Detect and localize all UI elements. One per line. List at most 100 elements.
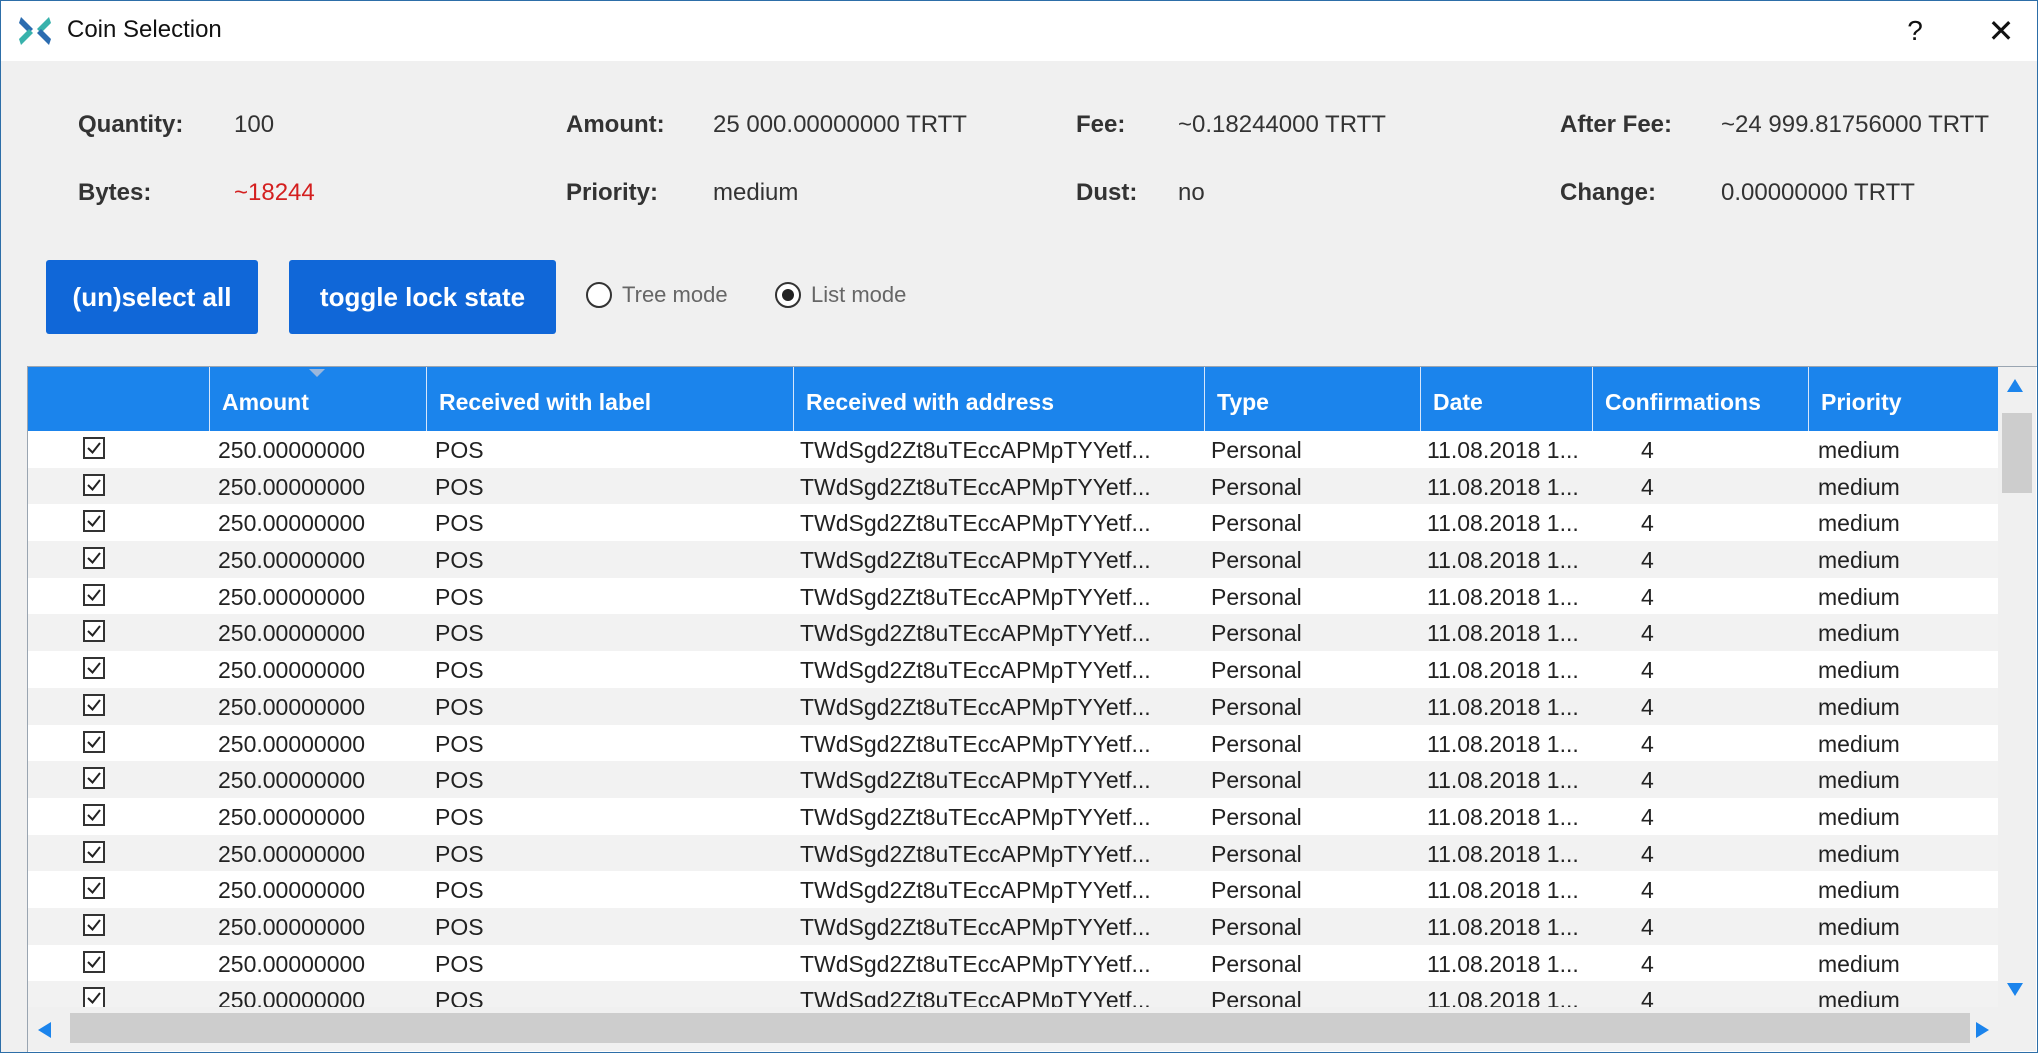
- list-mode-radio[interactable]: List mode: [775, 281, 906, 315]
- row-checkbox[interactable]: [83, 987, 105, 1010]
- cell-amount: 250.00000000: [218, 913, 366, 940]
- cell-address: TWdSgd2Zt8uTEccAPMpTYYetf...: [800, 657, 1151, 684]
- row-checkbox[interactable]: [83, 840, 105, 863]
- row-checkbox[interactable]: [83, 730, 105, 753]
- row-checkbox[interactable]: [83, 767, 105, 790]
- cell-date: 11.08.2018 1...: [1427, 510, 1579, 537]
- row-checkbox[interactable]: [83, 510, 105, 533]
- header-checkbox-column[interactable]: [28, 367, 210, 431]
- horizontal-scroll-thumb[interactable]: [70, 1013, 1970, 1043]
- unselect-all-button[interactable]: (un)select all: [46, 260, 258, 334]
- tree-mode-radio[interactable]: Tree mode: [586, 281, 728, 315]
- cell-address: TWdSgd2Zt8uTEccAPMpTYYetf...: [800, 950, 1151, 977]
- cell-date: 11.08.2018 1...: [1427, 473, 1579, 500]
- row-checkbox[interactable]: [83, 583, 105, 606]
- table-row[interactable]: 250.00000000 POS TWdSgd2Zt8uTEccAPMpTYYetf…: [28, 724, 1998, 762]
- table-header: Amount Received with label Received with…: [28, 367, 1998, 431]
- row-checkbox[interactable]: [83, 877, 105, 900]
- window-title: Coin Selection: [67, 16, 222, 43]
- cell-label: POS: [435, 913, 484, 940]
- cell-date: 11.08.2018 1...: [1427, 620, 1579, 647]
- priority-label: Priority:: [566, 179, 659, 206]
- tree-mode-radio-circle[interactable]: [586, 282, 612, 309]
- cell-label: POS: [435, 730, 484, 757]
- header-received-label[interactable]: Received with label: [427, 367, 794, 431]
- cell-priority: medium: [1818, 693, 1900, 720]
- row-checkbox[interactable]: [83, 693, 105, 716]
- table-row[interactable]: 250.00000000 POS TWdSgd2Zt8uTEccAPMpTYYetf…: [28, 871, 1998, 908]
- toggle-lock-state-button[interactable]: toggle lock state: [289, 260, 556, 334]
- cell-date: 11.08.2018 1...: [1427, 840, 1579, 867]
- header-received-address[interactable]: Received with address: [794, 367, 1205, 431]
- row-checkbox[interactable]: [83, 620, 105, 643]
- cell-address: TWdSgd2Zt8uTEccAPMpTYYetf...: [800, 437, 1151, 463]
- table-row[interactable]: 250.00000000 POS TWdSgd2Zt8uTEccAPMpTYYetf…: [28, 504, 1998, 542]
- table-row[interactable]: 250.00000000 POS TWdSgd2Zt8uTEccAPMpTYYetf…: [28, 651, 1998, 688]
- cell-date: 11.08.2018 1...: [1427, 877, 1579, 904]
- checkmark-icon: [87, 552, 101, 565]
- table-row[interactable]: 250.00000000 POS TWdSgd2Zt8uTEccAPMpTYYetf…: [28, 467, 1998, 505]
- cell-date: 11.08.2018 1...: [1427, 803, 1579, 830]
- cell-date: 11.08.2018 1...: [1427, 583, 1579, 610]
- cell-label: POS: [435, 583, 484, 610]
- list-mode-radio-circle[interactable]: [775, 282, 801, 309]
- title-bar: Coin Selection ? ✕: [1, 1, 2037, 61]
- header-date[interactable]: Date: [1421, 367, 1593, 431]
- cell-label: POS: [435, 950, 484, 977]
- row-checkbox[interactable]: [83, 803, 105, 826]
- checkmark-icon: [87, 956, 101, 968]
- cell-type: Personal: [1211, 913, 1302, 940]
- table-row[interactable]: 250.00000000 POS TWdSgd2Zt8uTEccAPMpTYYetf…: [28, 541, 1998, 578]
- cell-type: Personal: [1211, 657, 1302, 684]
- cell-amount: 250.00000000: [218, 877, 366, 904]
- checkmark-icon: [87, 772, 101, 785]
- cell-amount: 250.00000000: [218, 693, 366, 720]
- table-row[interactable]: 250.00000000 POS TWdSgd2Zt8uTEccAPMpTYYetf…: [28, 944, 1998, 982]
- cell-priority: medium: [1818, 913, 1900, 940]
- table-row[interactable]: 250.00000000 POS TWdSgd2Zt8uTEccAPMpTYYetf…: [28, 614, 1998, 652]
- coin-selection-window: Coin Selection ? ✕ Quantity: 100 Amount:…: [0, 0, 2038, 1053]
- cell-address: TWdSgd2Zt8uTEccAPMpTYYetf...: [800, 583, 1151, 610]
- row-checkbox[interactable]: [83, 950, 105, 973]
- table-row[interactable]: 250.00000000 POS TWdSgd2Zt8uTEccAPMpTYYetf…: [28, 431, 1998, 468]
- cell-address: TWdSgd2Zt8uTEccAPMpTYYetf...: [800, 510, 1151, 537]
- cell-label: POS: [435, 473, 484, 500]
- table-row[interactable]: 250.00000000 POS TWdSgd2Zt8uTEccAPMpTYYetf…: [28, 797, 1998, 835]
- table-row[interactable]: 250.00000000 POS TWdSgd2Zt8uTEccAPMpTYYetf…: [28, 761, 1998, 798]
- table-row[interactable]: 250.00000000 POS TWdSgd2Zt8uTEccAPMpTYYetf…: [28, 834, 1998, 872]
- close-button[interactable]: ✕: [1979, 11, 2023, 51]
- table-row[interactable]: 250.00000000 POS TWdSgd2Zt8uTEccAPMpTYYetf…: [28, 687, 1998, 725]
- cell-confirmations: 4: [1641, 473, 1654, 500]
- scroll-up-icon[interactable]: [2007, 379, 2023, 392]
- checkmark-icon: [87, 442, 101, 455]
- vertical-scroll-thumb[interactable]: [2002, 413, 2032, 493]
- table-row[interactable]: 250.00000000 POS TWdSgd2Zt8uTEccAPMpTYYetf…: [28, 577, 1998, 615]
- bytes-label: Bytes:: [78, 179, 152, 206]
- cell-amount: 250.00000000: [218, 803, 366, 830]
- scroll-left-icon[interactable]: [38, 1022, 51, 1038]
- header-priority[interactable]: Priority: [1809, 367, 1998, 431]
- cell-label: POS: [435, 620, 484, 647]
- header-confirmations[interactable]: Confirmations: [1593, 367, 1809, 431]
- quantity-value: 100: [234, 111, 275, 138]
- row-checkbox[interactable]: [83, 547, 105, 570]
- table-row[interactable]: 250.00000000 POS TWdSgd2Zt8uTEccAPMpTYYetf…: [28, 907, 1998, 945]
- cell-type: Personal: [1211, 510, 1302, 537]
- vertical-scrollbar[interactable]: [1998, 367, 2036, 1007]
- row-checkbox[interactable]: [83, 657, 105, 680]
- horizontal-scrollbar[interactable]: [28, 1007, 2036, 1051]
- help-button[interactable]: ?: [1895, 11, 1935, 51]
- cell-priority: medium: [1818, 840, 1900, 867]
- scroll-down-icon[interactable]: [2007, 983, 2023, 996]
- cell-type: Personal: [1211, 583, 1302, 610]
- row-checkbox[interactable]: [83, 913, 105, 936]
- checkmark-icon: [87, 479, 101, 491]
- cell-priority: medium: [1818, 473, 1900, 500]
- cell-address: TWdSgd2Zt8uTEccAPMpTYYetf...: [800, 693, 1151, 720]
- row-checkbox[interactable]: [83, 437, 105, 459]
- scroll-right-icon[interactable]: [1976, 1022, 1989, 1038]
- header-type[interactable]: Type: [1205, 367, 1421, 431]
- cell-label: POS: [435, 510, 484, 537]
- row-checkbox[interactable]: [83, 473, 105, 496]
- cell-label: POS: [435, 767, 484, 794]
